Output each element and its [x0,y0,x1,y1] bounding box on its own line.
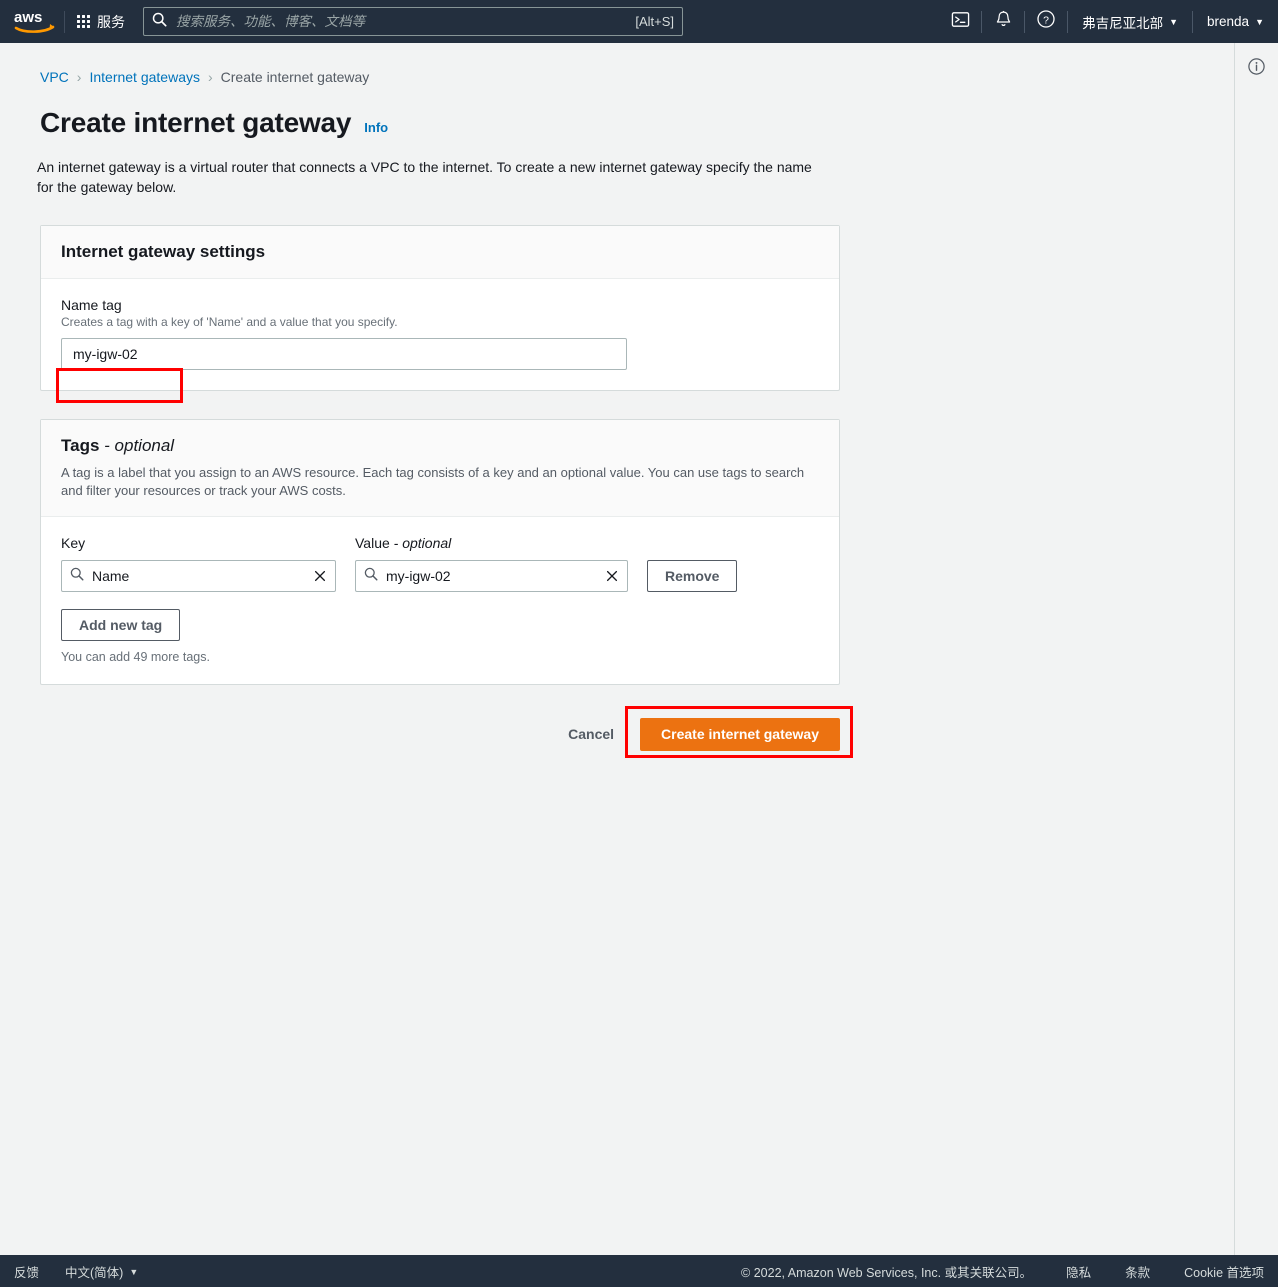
breadcrumb-separator: › [207,69,213,85]
tags-panel-description: A tag is a label that you assign to an A… [61,465,805,498]
grid-icon [77,15,90,28]
remove-tag-button[interactable]: Remove [647,560,738,592]
search-icon [70,567,84,586]
nav-right-group: ? 弗吉尼亚北部 ▼ brenda ▼ [939,0,1278,43]
search-icon [152,12,167,32]
tags-column-headers: Key Value - optional [61,535,819,551]
bell-icon [994,10,1013,34]
nav-divider [64,10,65,33]
chevron-down-icon: ▼ [1255,17,1264,27]
tags-panel-title: Tags - optional [61,436,819,456]
footer-left-group: 反馈 中文(简体) ▼ [14,1262,138,1281]
column-header-key: Key [61,535,86,551]
tags-title-optional: - optional [99,436,175,455]
cancel-button[interactable]: Cancel [568,726,614,742]
name-tag-hint: Creates a tag with a key of 'Name' and a… [61,315,398,329]
body-area: VPC › Internet gateways › Create interne… [0,43,1278,1255]
settings-panel-title: Internet gateway settings [61,242,266,261]
notifications-button[interactable] [982,0,1024,43]
column-header-value: Value - optional [355,535,628,551]
account-label: brenda [1207,14,1250,29]
global-search-box[interactable]: [Alt+S] [143,7,683,36]
services-label: 服务 [97,13,125,30]
aws-logo[interactable]: aws [0,9,62,35]
services-menu-button[interactable]: 服务 [67,6,135,38]
terms-link[interactable]: 条款 [1125,1262,1150,1281]
tag-value-text: my-igw-02 [386,568,451,584]
top-navigation-bar: aws 服务 [Alt+S] [0,0,1278,43]
question-circle-icon: ? [1036,9,1056,34]
search-icon [364,567,378,586]
tag-key-value: Name [92,568,130,584]
settings-panel-header: Internet gateway settings [41,226,839,279]
name-tag-input[interactable] [61,338,627,370]
svg-text:aws: aws [14,9,42,26]
main-content: VPC › Internet gateways › Create interne… [0,43,1234,1255]
table-row: Name my-igw-02 Remove [61,560,819,592]
account-menu[interactable]: brenda ▼ [1193,0,1278,43]
form-actions: Cancel Create internet gateway [40,706,840,762]
footer-right-group: © 2022, Amazon Web Services, Inc. 或其关联公司… [741,1262,1264,1281]
cloudshell-button[interactable] [939,0,981,43]
region-selector[interactable]: 弗吉尼亚北部 ▼ [1068,0,1192,43]
info-link[interactable]: Info [364,120,388,135]
chevron-down-icon: ▼ [129,1266,139,1277]
add-new-tag-button[interactable]: Add new tag [61,609,181,641]
settings-panel-body: Name tag Creates a tag with a key of 'Na… [41,279,839,390]
tag-value-input[interactable]: my-igw-02 [355,560,628,592]
footer-bar: 反馈 中文(简体) ▼ © 2022, Amazon Web Services,… [0,1255,1278,1287]
cookie-preferences-link[interactable]: Cookie 首选项 [1184,1262,1264,1281]
right-help-rail [1234,43,1278,1255]
privacy-link[interactable]: 隐私 [1066,1262,1091,1281]
tags-title-main: Tags [61,436,100,455]
page-description: An internet gateway is a virtual router … [37,159,812,195]
internet-gateway-settings-panel: Internet gateway settings Name tag Creat… [40,225,840,391]
terminal-icon [951,10,970,34]
name-tag-label: Name tag [61,297,122,313]
tags-panel: Tags - optional A tag is a label that yo… [40,419,840,685]
language-selector[interactable]: 中文(简体) ▼ [65,1262,138,1281]
svg-text:?: ? [1043,14,1049,26]
breadcrumb-item-vpc[interactable]: VPC [40,69,69,85]
column-value-main: Value [355,535,390,551]
aws-console-page: aws 服务 [Alt+S] [0,0,1278,1287]
close-x-icon[interactable] [313,569,327,583]
chevron-down-icon: ▼ [1169,17,1179,27]
tag-count-text: You can add 49 more tags. [61,650,210,664]
info-circle-icon[interactable] [1247,57,1266,81]
close-x-icon[interactable] [605,569,619,583]
page-title: Create internet gateway [40,107,352,138]
feedback-link[interactable]: 反馈 [14,1262,39,1281]
search-shortcut-hint: [Alt+S] [635,14,674,29]
column-value-optional: - optional [389,535,452,551]
add-tag-wrapper: Add new tag [61,609,819,641]
language-label: 中文(简体) [65,1265,124,1280]
page-header: Create internet gateway Info [0,85,1234,139]
tag-key-input[interactable]: Name [61,560,336,592]
breadcrumb-item-internet-gateways[interactable]: Internet gateways [89,69,200,85]
breadcrumb-separator: › [76,69,82,85]
help-button[interactable]: ? [1025,0,1067,43]
breadcrumb: VPC › Internet gateways › Create interne… [0,43,1234,85]
tags-panel-body: Key Value - optional Name my-igw-02 Remo… [41,517,839,684]
create-internet-gateway-button[interactable]: Create internet gateway [640,717,840,751]
breadcrumb-item-current: Create internet gateway [220,69,370,85]
search-input[interactable] [174,13,629,30]
region-label: 弗吉尼亚北部 [1082,15,1164,31]
tags-panel-header: Tags - optional A tag is a label that yo… [41,420,839,517]
copyright-text: © 2022, Amazon Web Services, Inc. 或其关联公司… [741,1265,1033,1280]
